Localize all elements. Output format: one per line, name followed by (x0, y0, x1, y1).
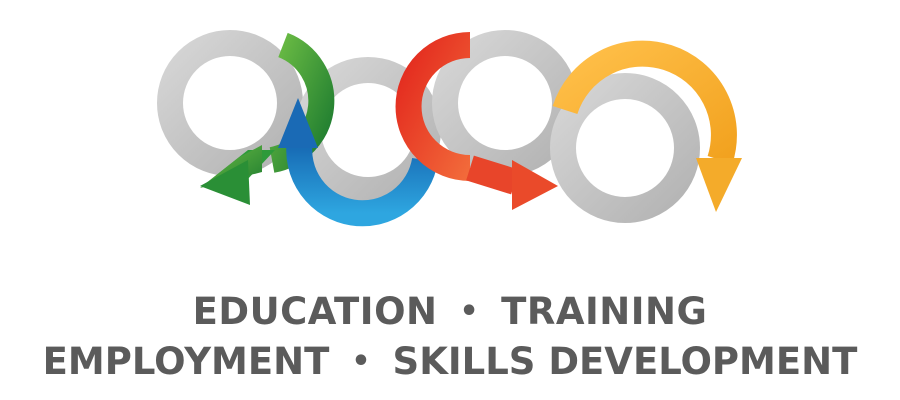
tagline-education: EDUCATION (192, 290, 438, 333)
tagline-line-2: EMPLOYMENT • SKILLS DEVELOPMENT (0, 338, 900, 386)
tagline-separator-2: • (351, 344, 371, 379)
tagline-employment: EMPLOYMENT (42, 340, 330, 383)
grey-ring-1 (157, 30, 303, 176)
tagline-line-1: EDUCATION • TRAINING (0, 288, 900, 336)
tagline-skills-development: SKILLS DEVELOPMENT (392, 340, 858, 383)
tagline-separator-1: • (459, 294, 480, 329)
grey-ring-3 (432, 30, 578, 176)
tagline-training: TRAINING (501, 290, 708, 333)
grey-ring-4 (550, 73, 700, 223)
